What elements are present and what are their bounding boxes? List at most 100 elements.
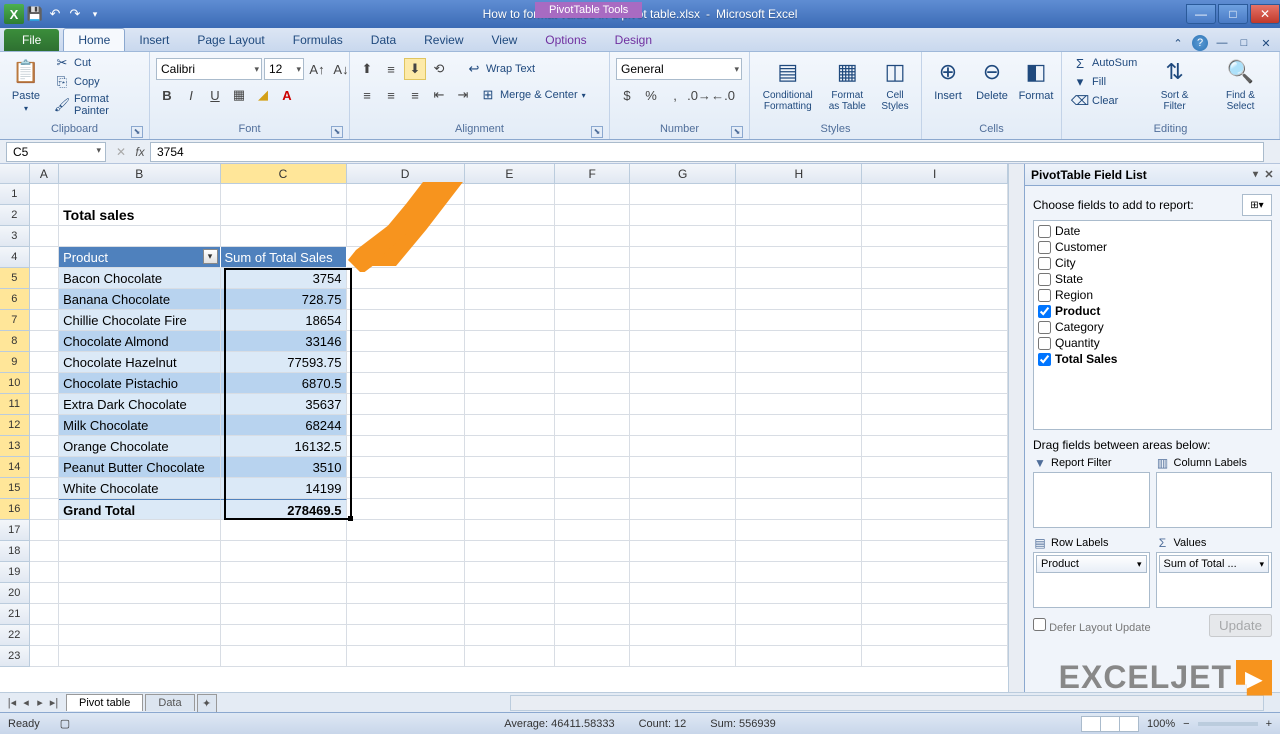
cell[interactable] — [862, 310, 1008, 331]
cell[interactable] — [630, 205, 736, 226]
cell[interactable] — [465, 457, 556, 478]
fill-color-button[interactable]: ◢ — [252, 84, 274, 106]
cell[interactable] — [736, 436, 862, 457]
sheet-tab-data[interactable]: Data — [145, 694, 194, 711]
col-header-C[interactable]: C — [221, 164, 347, 183]
number-launcher[interactable]: ⬊ — [731, 126, 743, 138]
field-state[interactable]: State — [1036, 271, 1269, 287]
conditional-formatting-button[interactable]: ▤Conditional Formatting — [756, 54, 820, 114]
cell[interactable] — [347, 646, 465, 667]
cut-button[interactable]: ✂Cut — [50, 54, 143, 72]
fill-button[interactable]: ▾Fill — [1068, 73, 1141, 91]
cell[interactable] — [30, 247, 60, 268]
save-icon[interactable]: 💾 — [26, 5, 44, 23]
cell[interactable] — [30, 457, 60, 478]
cell[interactable] — [862, 520, 1008, 541]
cell[interactable] — [630, 247, 736, 268]
cell[interactable] — [30, 289, 60, 310]
cell[interactable] — [630, 352, 736, 373]
align-bottom-icon[interactable]: ⬇ — [404, 58, 426, 80]
cell[interactable]: 33146 — [221, 331, 347, 352]
font-family-combo[interactable]: Calibri▾ — [156, 58, 262, 80]
row-header-12[interactable]: 12 — [0, 415, 30, 436]
row-header-9[interactable]: 9 — [0, 352, 30, 373]
sort-filter-button[interactable]: ⇅Sort & Filter — [1145, 54, 1204, 114]
tab-view[interactable]: View — [478, 29, 532, 51]
cell[interactable] — [862, 352, 1008, 373]
cell[interactable] — [465, 373, 556, 394]
cell[interactable] — [862, 583, 1008, 604]
cell[interactable]: Peanut Butter Chocolate — [59, 457, 220, 478]
cell[interactable] — [347, 310, 465, 331]
paste-button[interactable]: 📋Paste▾ — [6, 54, 46, 115]
align-top-icon[interactable]: ⬆ — [356, 58, 378, 80]
align-middle-icon[interactable]: ≡ — [380, 58, 402, 80]
cell[interactable] — [221, 625, 347, 646]
redo-icon[interactable]: ↷ — [66, 5, 84, 23]
cell[interactable] — [347, 184, 465, 205]
cell[interactable] — [347, 583, 465, 604]
cell[interactable]: Sum of Total Sales — [221, 247, 347, 268]
zoom-slider[interactable] — [1198, 722, 1258, 726]
field-quantity[interactable]: Quantity — [1036, 335, 1269, 351]
cell[interactable]: 16132.5 — [221, 436, 347, 457]
cell[interactable] — [465, 436, 556, 457]
cell[interactable]: Chocolate Almond — [59, 331, 220, 352]
col-header-E[interactable]: E — [465, 164, 556, 183]
comma-icon[interactable]: , — [664, 84, 686, 106]
cell[interactable] — [347, 268, 465, 289]
cell[interactable] — [862, 184, 1008, 205]
row-header-22[interactable]: 22 — [0, 625, 30, 646]
cell[interactable] — [862, 205, 1008, 226]
cell[interactable] — [30, 604, 60, 625]
cell[interactable] — [347, 247, 465, 268]
cell[interactable] — [630, 310, 736, 331]
grow-font-icon[interactable]: A↑ — [306, 58, 328, 80]
cell[interactable] — [221, 205, 347, 226]
tab-insert[interactable]: Insert — [125, 29, 183, 51]
cell[interactable]: 77593.75 — [221, 352, 347, 373]
cell[interactable] — [555, 394, 630, 415]
cell[interactable] — [30, 415, 60, 436]
cell[interactable] — [555, 331, 630, 352]
cell[interactable] — [347, 373, 465, 394]
cell[interactable] — [465, 226, 556, 247]
cell[interactable] — [555, 226, 630, 247]
insert-cells-button[interactable]: ⊕Insert — [928, 54, 968, 104]
row-header-6[interactable]: 6 — [0, 289, 30, 310]
cell[interactable] — [30, 499, 60, 520]
minimize-button[interactable]: — — [1186, 4, 1216, 24]
cell[interactable] — [862, 625, 1008, 646]
cell[interactable] — [736, 625, 862, 646]
page-layout-view-icon[interactable] — [1100, 716, 1120, 732]
cell[interactable] — [630, 478, 736, 499]
cell[interactable] — [221, 604, 347, 625]
align-right-icon[interactable]: ≡ — [404, 84, 426, 106]
tab-page-layout[interactable]: Page Layout — [183, 29, 278, 51]
cell[interactable] — [347, 520, 465, 541]
cell[interactable] — [221, 226, 347, 247]
cell[interactable] — [862, 247, 1008, 268]
cell[interactable] — [465, 394, 556, 415]
cell[interactable] — [465, 247, 556, 268]
row-header-10[interactable]: 10 — [0, 373, 30, 394]
cell[interactable] — [59, 562, 220, 583]
cell[interactable] — [555, 373, 630, 394]
row-header-4[interactable]: 4 — [0, 247, 30, 268]
row-header-13[interactable]: 13 — [0, 436, 30, 457]
tab-data[interactable]: Data — [357, 29, 410, 51]
cell[interactable] — [862, 478, 1008, 499]
row-header-3[interactable]: 3 — [0, 226, 30, 247]
cell[interactable] — [465, 625, 556, 646]
cell[interactable] — [221, 583, 347, 604]
alignment-launcher[interactable]: ⬊ — [591, 126, 603, 138]
cell[interactable] — [347, 604, 465, 625]
row-header-21[interactable]: 21 — [0, 604, 30, 625]
cell[interactable] — [347, 289, 465, 310]
cell[interactable] — [630, 457, 736, 478]
borders-button[interactable]: ▦ — [228, 84, 250, 106]
increase-decimal-icon[interactable]: .0→ — [688, 84, 710, 106]
cell[interactable] — [465, 205, 556, 226]
shrink-font-icon[interactable]: A↓ — [330, 58, 352, 80]
cell[interactable] — [30, 394, 60, 415]
